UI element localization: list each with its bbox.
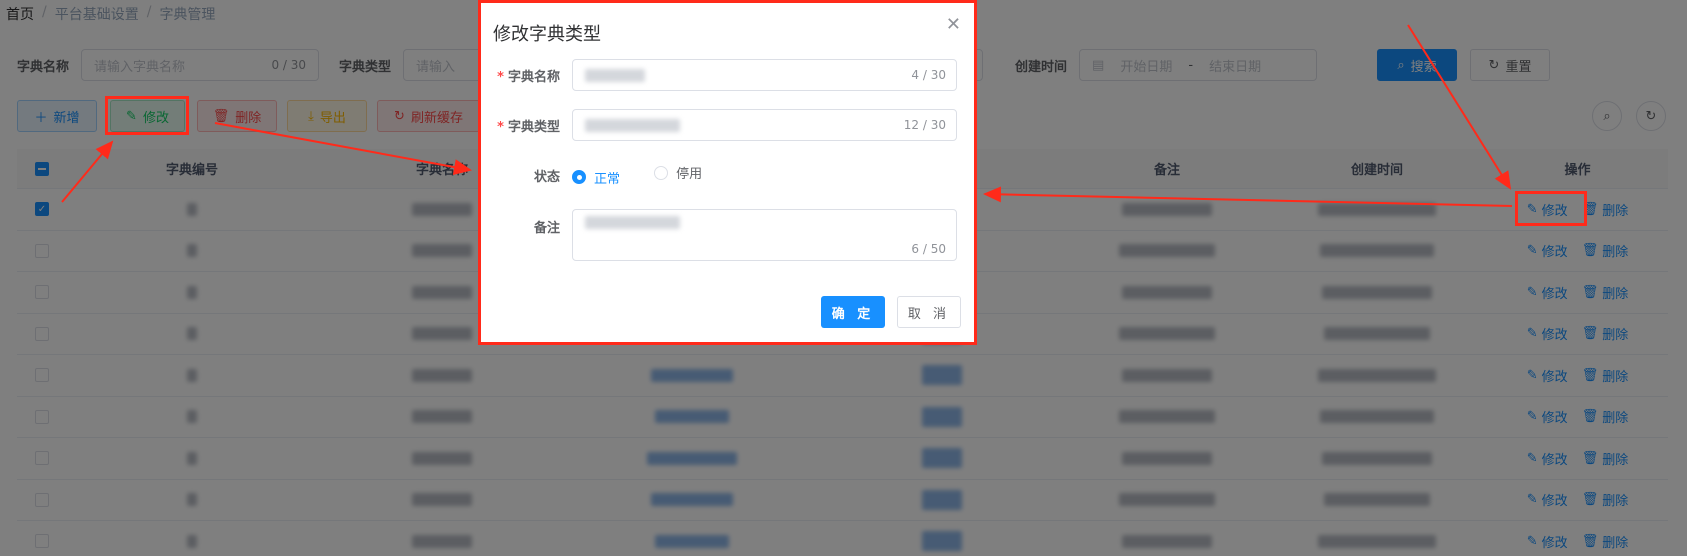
arrow-row-edit-to-dialog <box>983 186 1513 207</box>
annotation-arrows <box>61 24 1513 207</box>
arrow-toolbar-edit-to-table <box>214 122 472 175</box>
arrow-to-row-edit <box>1407 24 1512 190</box>
arrow-to-toolbar-edit <box>61 140 114 203</box>
